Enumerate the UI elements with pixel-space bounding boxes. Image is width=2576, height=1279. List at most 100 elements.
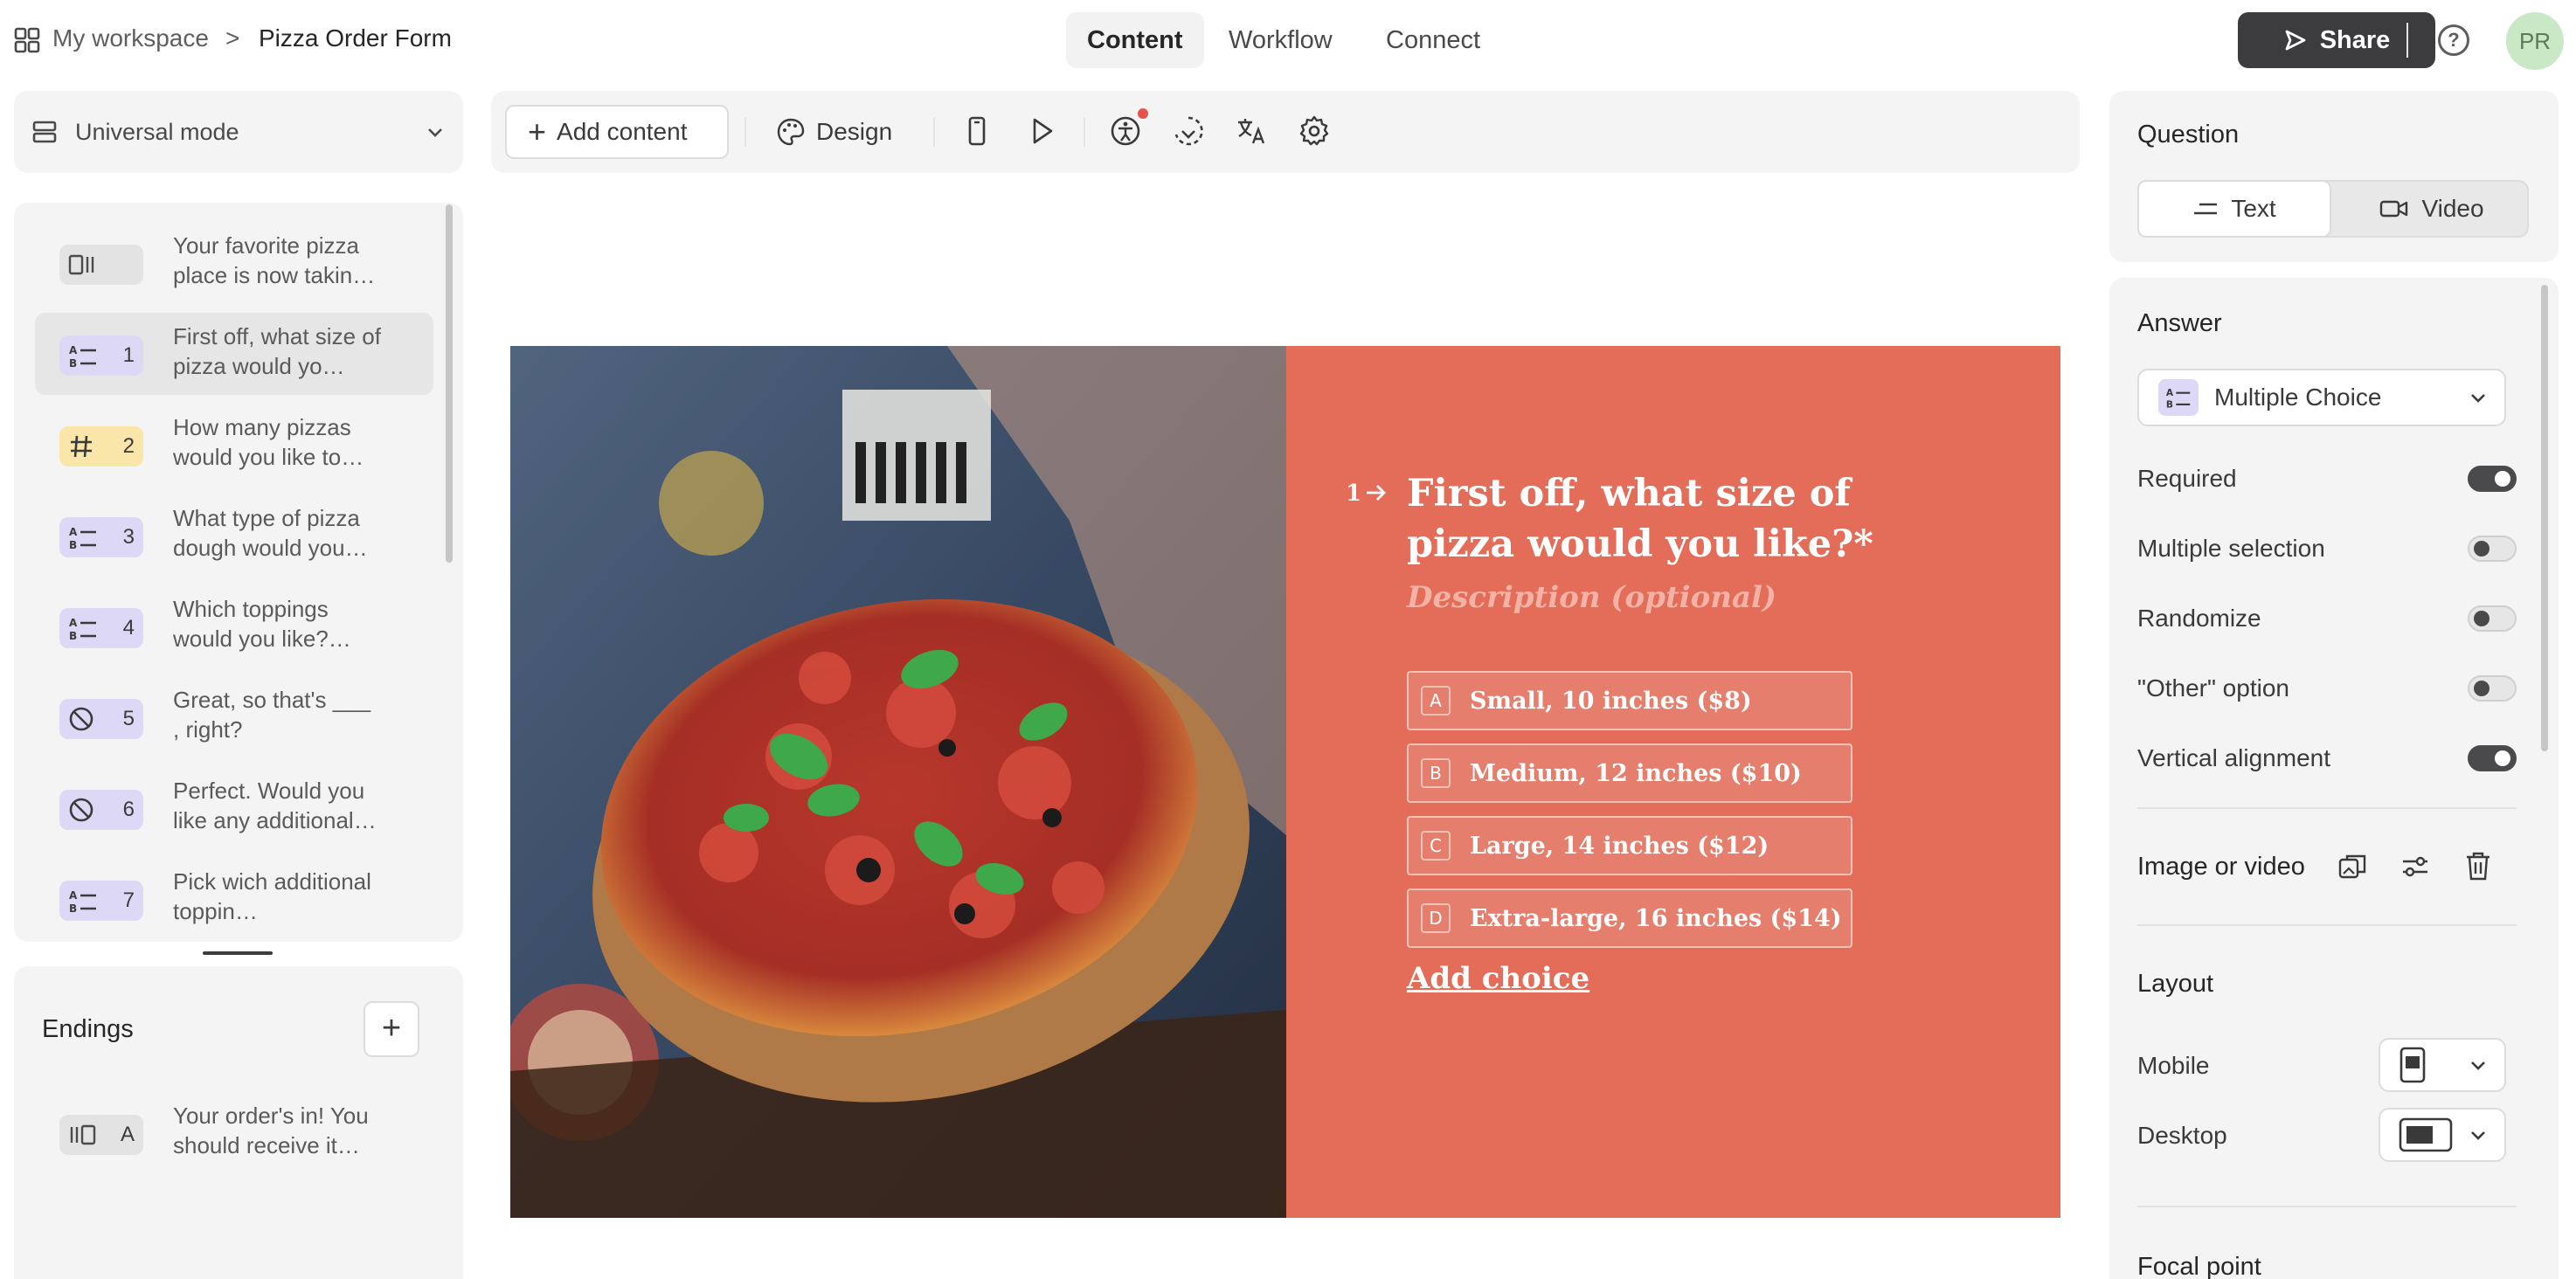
add-content-button[interactable]: + Add content <box>505 105 729 159</box>
setting-label: "Other" option <box>2137 674 2289 702</box>
statement-icon <box>69 798 93 822</box>
layers-icon <box>32 121 57 143</box>
question-number: 2 <box>122 434 135 458</box>
choice-b[interactable]: B Medium, 12 inches ($10) <box>1407 743 1852 803</box>
question-item-text: First off, what size of pizza would yo… <box>173 323 381 379</box>
avatar[interactable]: PR <box>2506 12 2564 70</box>
form-title[interactable]: Pizza Order Form <box>259 24 452 52</box>
divider <box>744 117 746 147</box>
question-title[interactable]: First off, what size of pizza would you … <box>1407 468 1966 570</box>
top-bar: My workspace > Pizza Order Form Content … <box>0 0 2576 80</box>
question-type-text[interactable]: Text <box>2137 180 2331 238</box>
divider <box>933 117 935 147</box>
question-item-welcome[interactable]: Your favorite pizza place is now takin… <box>35 222 433 304</box>
trash-icon[interactable] <box>2462 849 2494 882</box>
ending-badge: A <box>59 1115 143 1155</box>
svg-text:A: A <box>69 526 78 538</box>
question-number: 5 <box>122 707 135 730</box>
question-badge <box>59 245 143 285</box>
svg-text:B: B <box>69 902 77 914</box>
randomize-toggle[interactable] <box>2468 605 2517 632</box>
add-ending-button[interactable]: + <box>364 1001 419 1057</box>
pizza-photo[interactable] <box>510 346 1286 1218</box>
chevron-down-icon <box>428 128 442 137</box>
desktop-layout-icon <box>2399 1117 2453 1152</box>
other-option-toggle[interactable] <box>2468 675 2517 702</box>
divider <box>1084 117 1085 147</box>
ending-letter: A <box>120 1123 135 1146</box>
choice-key: A <box>1421 686 1451 716</box>
setting-label: Vertical alignment <box>2137 744 2331 771</box>
question-badge: A B 3 <box>59 517 143 557</box>
mode-label: Universal mode <box>75 118 239 145</box>
question-badge: 5 <box>59 699 143 739</box>
vertical-alignment-toggle[interactable] <box>2468 745 2517 771</box>
question-item-7[interactable]: A B 7 Pick wich additional toppin… <box>35 858 433 940</box>
settings-gear-icon[interactable] <box>1297 114 1332 149</box>
required-toggle[interactable] <box>2468 466 2517 492</box>
statement-icon <box>69 707 93 731</box>
layout-desktop-label: Desktop <box>2137 1122 2227 1149</box>
question-item-6[interactable]: 6 Perfect. Would you like any additional… <box>35 767 433 849</box>
hash-icon <box>71 435 92 458</box>
setting-required: Required <box>2137 460 2517 498</box>
adjust-sliders-icon[interactable] <box>2399 851 2431 882</box>
panel-resize-handle[interactable] <box>203 951 273 955</box>
question-number: 4 <box>122 616 135 640</box>
question-item-5[interactable]: 5 Great, so that's ___ , right? <box>35 676 433 758</box>
question-number-label: 1 <box>1346 480 1362 507</box>
focal-point-heading: Focal point <box>2137 1253 2261 1279</box>
text-lines-icon <box>2194 203 2218 215</box>
choice-c[interactable]: C Large, 14 inches ($12) <box>1407 816 1852 875</box>
choice-label: Small, 10 inches ($8) <box>1470 687 1752 715</box>
choice-label: Medium, 12 inches ($10) <box>1470 759 1802 787</box>
question-item-text: What type of pizza dough would you… <box>173 505 368 561</box>
layout-desktop-select[interactable] <box>2379 1108 2506 1162</box>
question-heading: Question <box>2137 121 2240 149</box>
help-icon[interactable]: ? <box>2438 24 2469 56</box>
mobile-preview-icon[interactable] <box>959 114 994 149</box>
svg-text:B: B <box>69 630 77 641</box>
endings-title: Endings <box>42 1015 134 1043</box>
tab-connect[interactable]: Connect <box>1365 12 1501 68</box>
answer-type-select[interactable]: A B Multiple Choice <box>2137 369 2506 426</box>
add-choice-link[interactable]: Add choice <box>1407 961 1589 996</box>
breadcrumb-workspace[interactable]: My workspace <box>52 24 209 52</box>
chevron-down-icon <box>2471 394 2485 403</box>
design-button[interactable]: Design <box>776 105 892 159</box>
question-item-2[interactable]: 2 How many pizzas would you like to… <box>35 404 433 486</box>
question-type-video[interactable]: Video <box>2335 180 2529 238</box>
multiple-choice-icon: A B <box>69 889 96 914</box>
answer-type-badge: A B <box>2158 379 2199 416</box>
accessibility-icon[interactable] <box>1108 114 1143 149</box>
question-item-4[interactable]: A B 4 Which toppings would you like?… <box>35 585 433 667</box>
layout-mobile-select[interactable] <box>2379 1038 2506 1092</box>
question-item-text: Great, so that's ___ , right? <box>173 687 371 743</box>
multiple-selection-toggle[interactable] <box>2468 536 2517 562</box>
ending-item-a[interactable]: A Your order's in! You should receive it… <box>35 1092 433 1174</box>
tab-workflow[interactable]: Workflow <box>1208 12 1354 68</box>
choice-a[interactable]: A Small, 10 inches ($8) <box>1407 671 1852 730</box>
tab-content[interactable]: Content <box>1066 12 1204 68</box>
question-description[interactable]: Description (optional) <box>1407 580 1776 615</box>
svg-text:A: A <box>69 344 78 356</box>
choice-d[interactable]: D Extra-large, 16 inches ($14) <box>1407 888 1852 948</box>
translate-icon[interactable] <box>1234 114 1269 149</box>
svg-text:B: B <box>69 539 77 550</box>
choice-key: D <box>1421 903 1451 933</box>
replace-image-icon[interactable] <box>2337 851 2368 882</box>
palette-icon <box>777 118 805 146</box>
setting-other-option: "Other" option <box>2137 669 2517 708</box>
setting-label: Randomize <box>2137 605 2261 632</box>
mode-select[interactable]: Universal mode <box>14 91 463 173</box>
grid-icon[interactable] <box>14 27 40 53</box>
play-icon[interactable] <box>1024 114 1059 149</box>
logic-icon[interactable] <box>1171 114 1206 149</box>
question-item-1[interactable]: A B 1 First off, what size of pizza woul… <box>35 313 433 395</box>
send-icon <box>2285 30 2306 51</box>
question-number: 3 <box>122 525 135 549</box>
settings-scrollbar[interactable] <box>2541 285 2548 751</box>
question-list-scrollbar[interactable] <box>446 204 453 563</box>
question-type-text-label: Text <box>2231 195 2276 222</box>
question-item-3[interactable]: A B 3 What type of pizza dough would you… <box>35 494 433 577</box>
